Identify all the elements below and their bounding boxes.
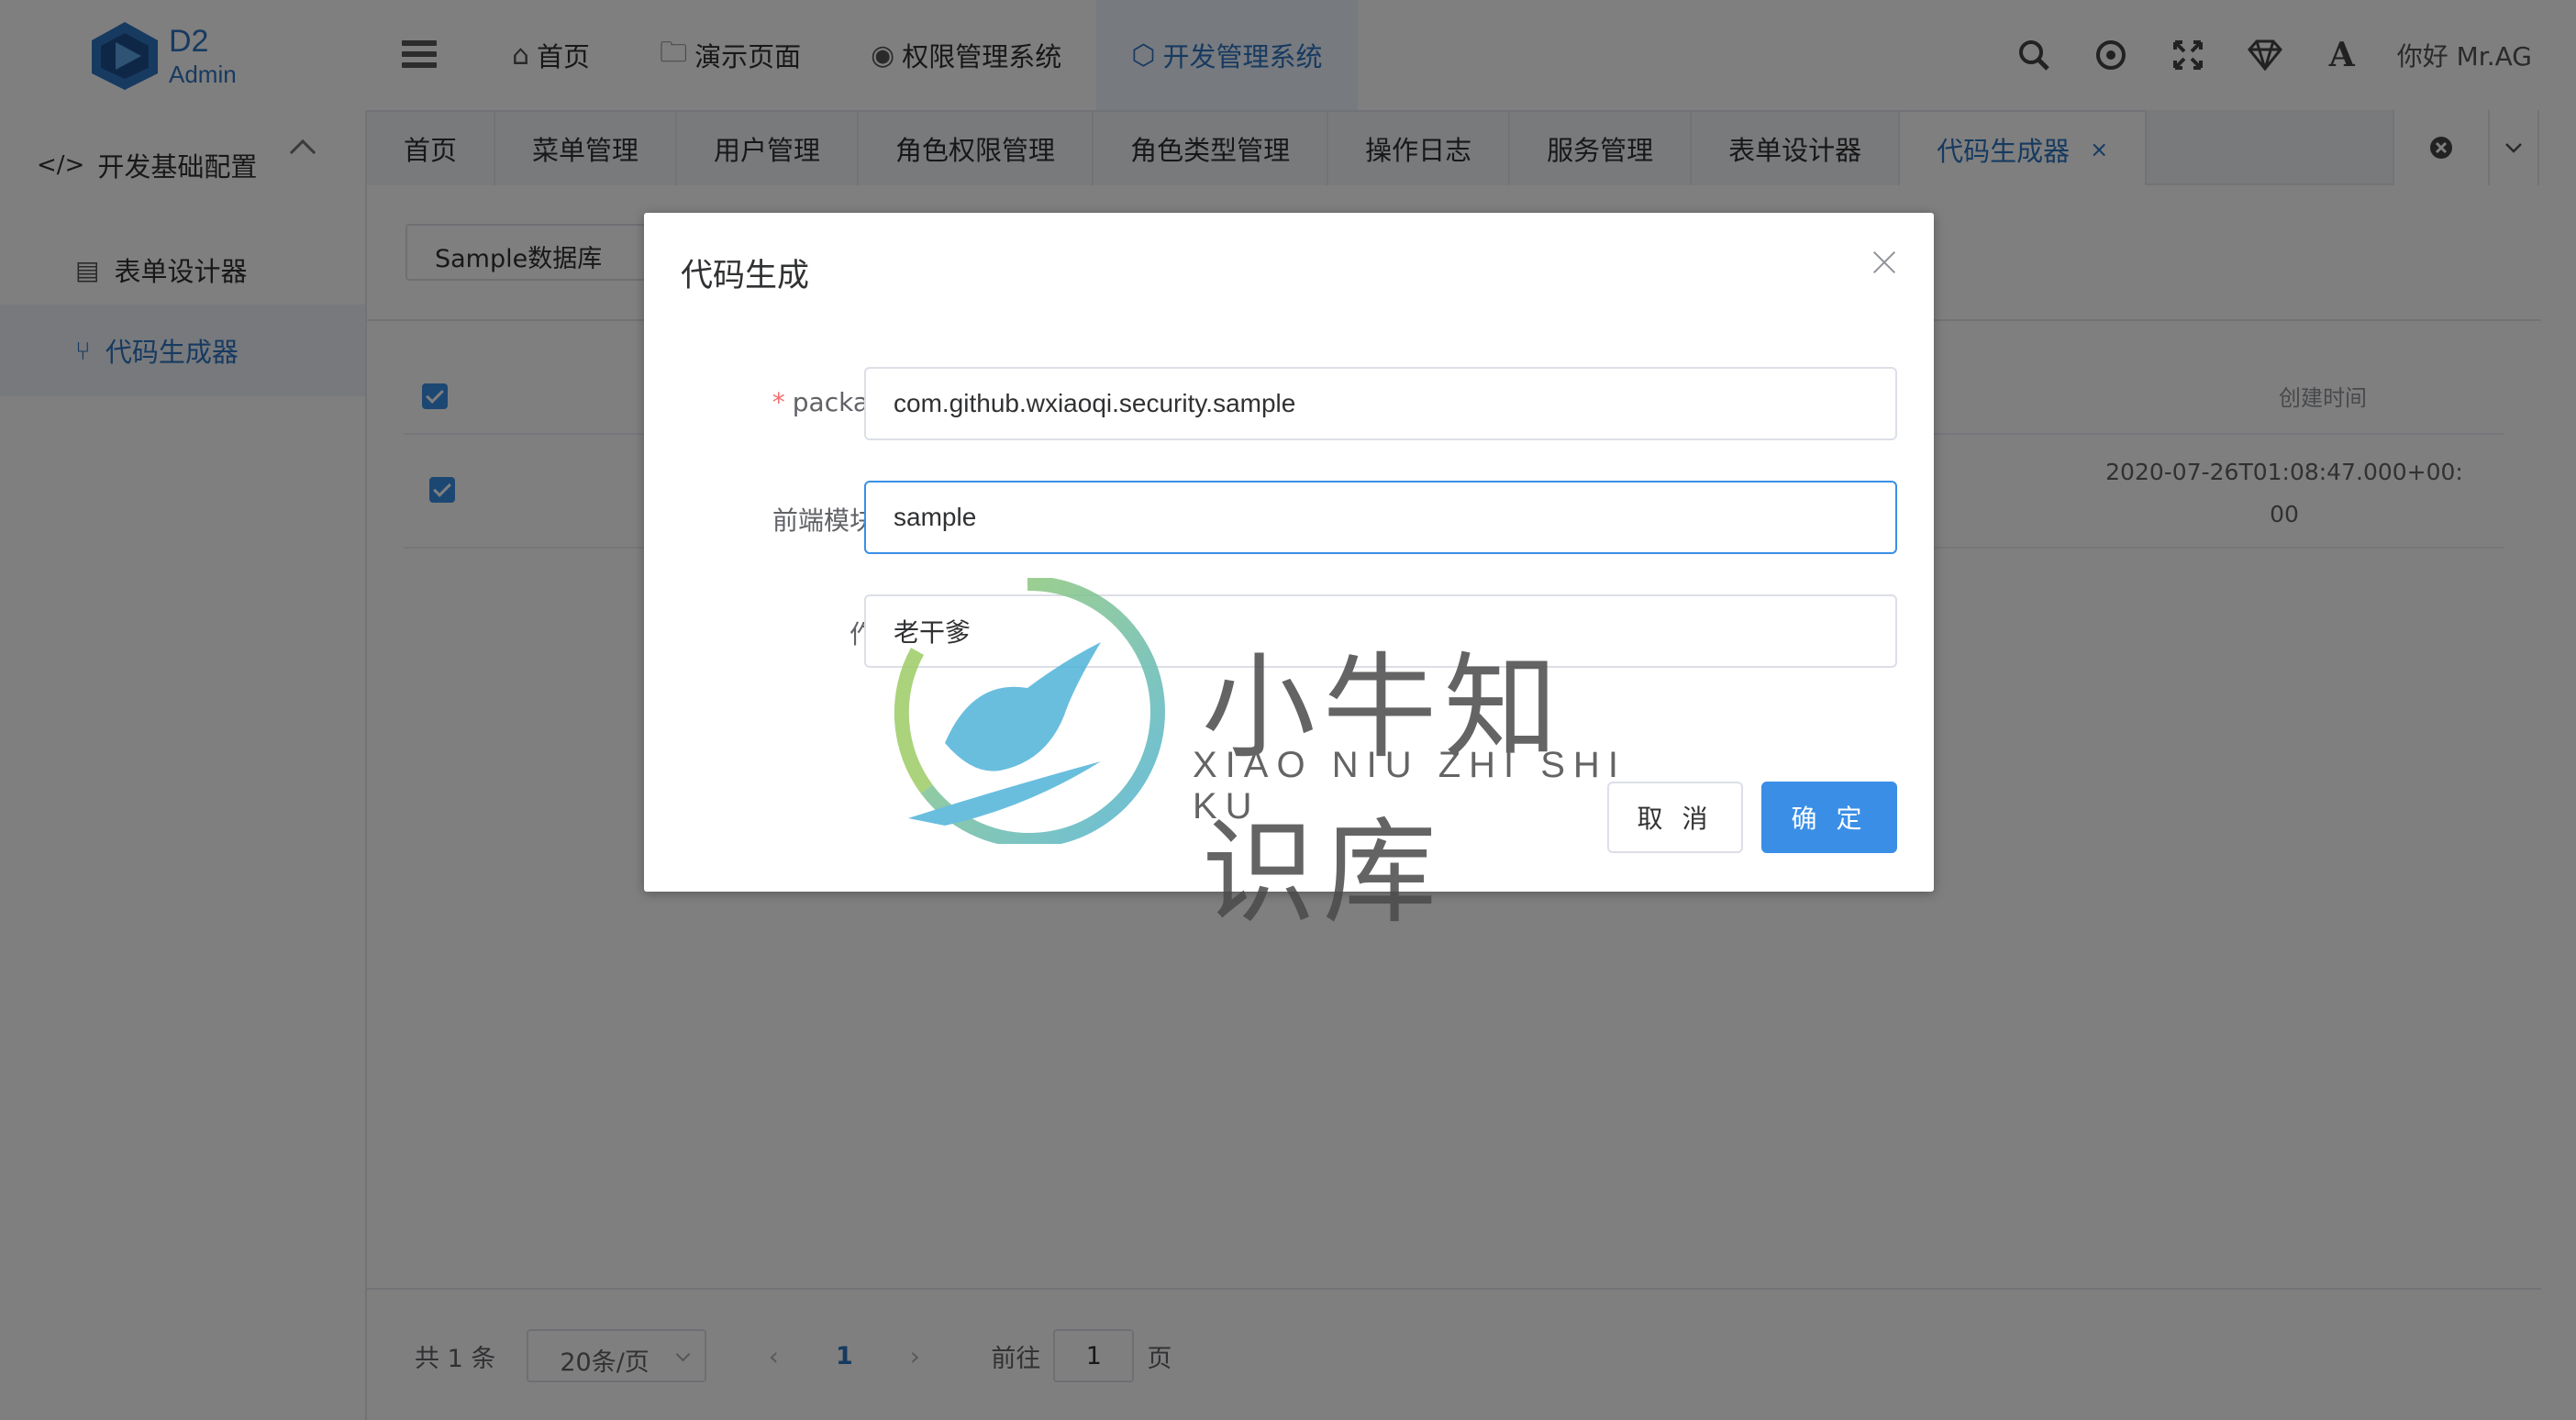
form-row-author: 作者 xyxy=(644,594,1934,668)
dialog-title: 代码生成 xyxy=(681,258,810,294)
author-input[interactable] xyxy=(864,594,1897,668)
cancel-button[interactable]: 取 消 xyxy=(1607,782,1743,853)
confirm-button[interactable]: 确 定 xyxy=(1761,782,1897,853)
package-input[interactable] xyxy=(864,367,1897,440)
module-name-input[interactable] xyxy=(864,481,1897,554)
code-generate-dialog: 代码生成 *package 前端模块名 作者 取 消 确 定 xyxy=(644,213,1934,892)
close-icon[interactable] xyxy=(1871,250,1897,275)
required-asterisk: * xyxy=(772,387,785,417)
form-row-module: 前端模块名 xyxy=(644,481,1934,554)
form-row-package: * package xyxy=(644,367,1934,440)
app-window: D2 Admin ⌂ 首页 🗀 演示页面 ◉ 权限管理系统 ⬡ 开发管理系统 xyxy=(0,0,2576,1420)
